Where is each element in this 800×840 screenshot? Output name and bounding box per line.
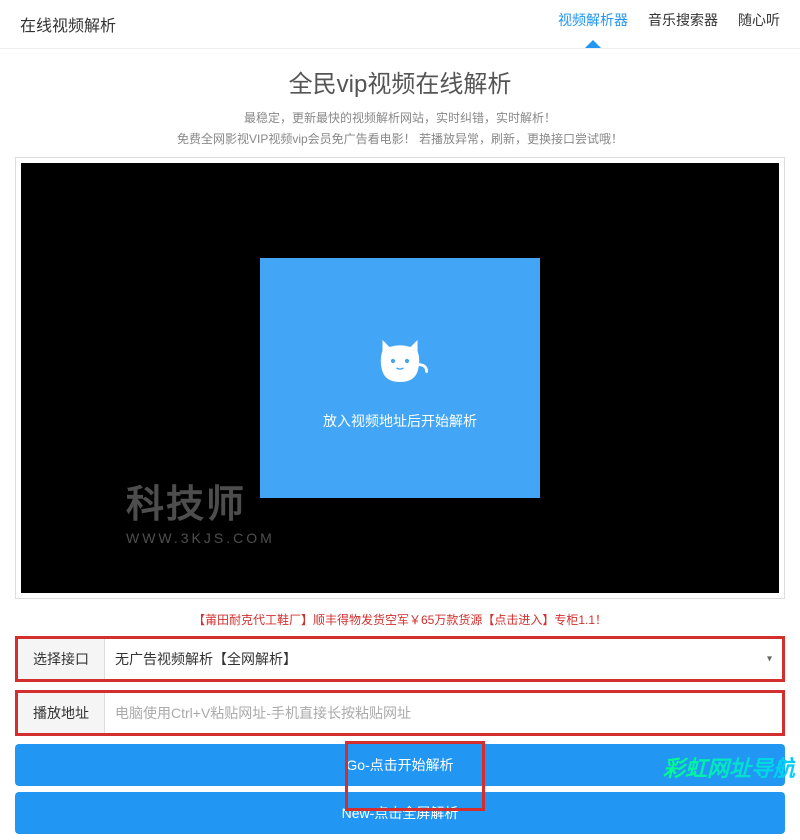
interface-row: 选择接口 无广告视频解析【全网解析】 ▾ xyxy=(15,636,785,682)
interface-label: 选择接口 xyxy=(18,639,105,679)
nav-video-parser[interactable]: 视频解析器 xyxy=(558,10,628,38)
video-placeholder: 放入视频地址后开始解析 xyxy=(260,258,540,498)
address-label: 播放地址 xyxy=(18,693,105,733)
footer-brand: 彩虹网址导航 xyxy=(663,751,795,783)
page-title: 全民vip视频在线解析 xyxy=(0,64,800,99)
watermark: 科技师 WWW.3KJS.COM xyxy=(126,473,275,546)
video-container: 放入视频地址后开始解析 科技师 WWW.3KJS.COM xyxy=(15,157,785,599)
interface-select[interactable]: 无广告视频解析【全网解析】 xyxy=(105,639,782,679)
video-area: 放入视频地址后开始解析 科技师 WWW.3KJS.COM xyxy=(21,163,779,593)
promo-link[interactable]: 【莆田耐克代工鞋厂】顺丰得物发货空军￥65万款货源【点击进入】专柜1.1！ xyxy=(0,611,800,628)
address-input[interactable] xyxy=(105,693,782,733)
nav-random-listen[interactable]: 随心听 xyxy=(738,10,780,38)
placeholder-text: 放入视频地址后开始解析 xyxy=(323,411,477,431)
cat-icon xyxy=(365,326,435,396)
watermark-main: 科技师 xyxy=(126,473,275,528)
address-row: 播放地址 xyxy=(15,690,785,736)
watermark-sub: WWW.3KJS.COM xyxy=(126,530,275,546)
header: 在线视频解析 视频解析器 音乐搜索器 随心听 xyxy=(0,0,800,49)
nav: 视频解析器 音乐搜索器 随心听 xyxy=(558,10,780,38)
subtitle-2: 免费全网影视VIP视频vip会员免广告看电影！ 若播放异常，刷新，更换接口尝试哦… xyxy=(0,130,800,147)
header-title: 在线视频解析 xyxy=(20,12,116,36)
new-button[interactable]: New-点击全屏解析 xyxy=(15,792,785,834)
nav-music-search[interactable]: 音乐搜索器 xyxy=(648,10,718,38)
subtitle-1: 最稳定，更新最快的视频解析网站，实时纠错，实时解析！ xyxy=(0,109,800,126)
